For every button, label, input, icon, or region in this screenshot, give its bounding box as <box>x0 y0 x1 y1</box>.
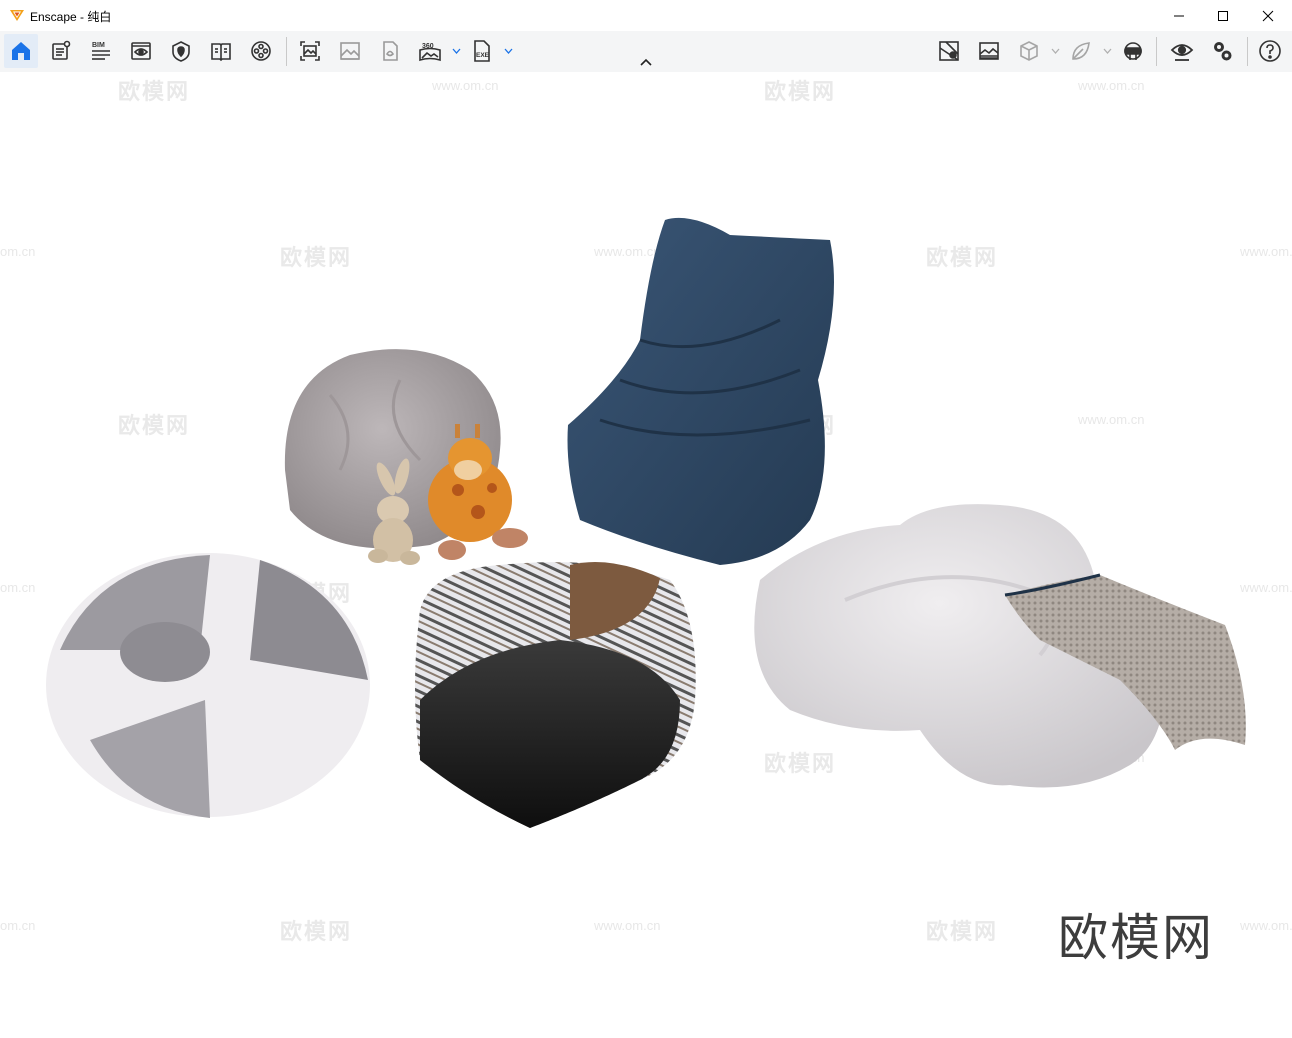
render-viewport[interactable]: 欧模网 www.om.cn 欧模网 www.om.cn om.cn 欧模网 ww… <box>0 72 1292 1038</box>
map-pin-icon <box>939 41 959 61</box>
title-bar: Enscape - 纯白 <box>0 0 1292 32</box>
eye-settings-icon <box>1170 44 1194 61</box>
film-reel-icon <box>251 41 271 61</box>
cube-button[interactable] <box>1012 34 1046 68</box>
screenshot-icon <box>300 41 320 61</box>
visual-settings-button[interactable] <box>1165 34 1199 68</box>
image-icon <box>340 42 360 60</box>
cube-dropdown[interactable] <box>1050 43 1060 59</box>
brand-watermark: 欧模网 <box>1058 910 1214 966</box>
home-icon <box>12 42 30 60</box>
help-button[interactable] <box>1253 34 1287 68</box>
panorama-dropdown[interactable] <box>451 43 461 59</box>
eye-window-icon <box>131 42 151 60</box>
svg-text:EXE: EXE <box>476 52 490 59</box>
patterned-pouf <box>415 561 696 828</box>
toolbar-separator <box>286 37 287 66</box>
gears-icon <box>1214 42 1232 61</box>
chevron-down-icon <box>504 48 512 54</box>
leaf-dropdown[interactable] <box>1102 43 1112 59</box>
screenshot-button[interactable] <box>293 34 327 68</box>
sites-button[interactable] <box>164 34 198 68</box>
window-title: Enscape - 纯白 <box>30 10 112 24</box>
close-button[interactable] <box>1245 0 1291 31</box>
video-button[interactable] <box>244 34 278 68</box>
minimize-button[interactable] <box>1156 0 1202 31</box>
toolbar-separator <box>1247 37 1248 66</box>
help-icon <box>1259 40 1281 62</box>
panorama-icon: 360 <box>419 43 441 62</box>
book-button[interactable] <box>204 34 238 68</box>
close-icon <box>1262 10 1274 21</box>
maximize-button[interactable] <box>1200 0 1246 31</box>
collapse-toolbar-button[interactable] <box>636 55 656 69</box>
atmosphere-icon <box>979 42 999 60</box>
vr-headset-icon <box>1124 42 1142 60</box>
atmosphere-button[interactable] <box>972 34 1006 68</box>
map-shield-icon <box>172 41 190 62</box>
bim-button[interactable]: BIM <box>84 34 118 68</box>
asset-button[interactable] <box>373 34 407 68</box>
book-icon <box>211 43 231 62</box>
maximize-icon <box>1218 10 1228 21</box>
toolbar-separator <box>1156 37 1157 66</box>
cube-icon <box>1020 41 1038 61</box>
views-button[interactable] <box>44 34 78 68</box>
leaf-icon <box>1072 42 1090 60</box>
settings-button[interactable] <box>1205 34 1239 68</box>
map-button[interactable] <box>932 34 966 68</box>
grey-white-beanbag <box>46 553 370 818</box>
enscape-logo-icon <box>10 10 24 21</box>
export-dropdown[interactable] <box>503 43 513 59</box>
chevron-down-icon <box>1051 48 1059 54</box>
asset-icon <box>383 41 398 61</box>
chevron-down-icon <box>1103 48 1111 54</box>
home-button[interactable] <box>4 34 38 68</box>
bim-icon: BIM <box>92 42 110 60</box>
view-manager-button[interactable] <box>124 34 158 68</box>
leaf-button[interactable] <box>1064 34 1098 68</box>
document-list-icon <box>52 40 71 60</box>
exe-export-icon: EXE <box>474 40 490 62</box>
chevron-up-icon <box>640 58 652 66</box>
panorama-button[interactable]: 360 <box>413 34 447 68</box>
vr-button[interactable] <box>1116 34 1150 68</box>
chevron-down-icon <box>452 48 460 54</box>
svg-text:BIM: BIM <box>92 42 105 49</box>
minimize-icon <box>1174 15 1184 16</box>
image-button[interactable] <box>333 34 367 68</box>
export-button[interactable]: EXE <box>465 34 499 68</box>
blue-beanbag-chair <box>567 217 834 565</box>
scene-render <box>46 217 1246 828</box>
